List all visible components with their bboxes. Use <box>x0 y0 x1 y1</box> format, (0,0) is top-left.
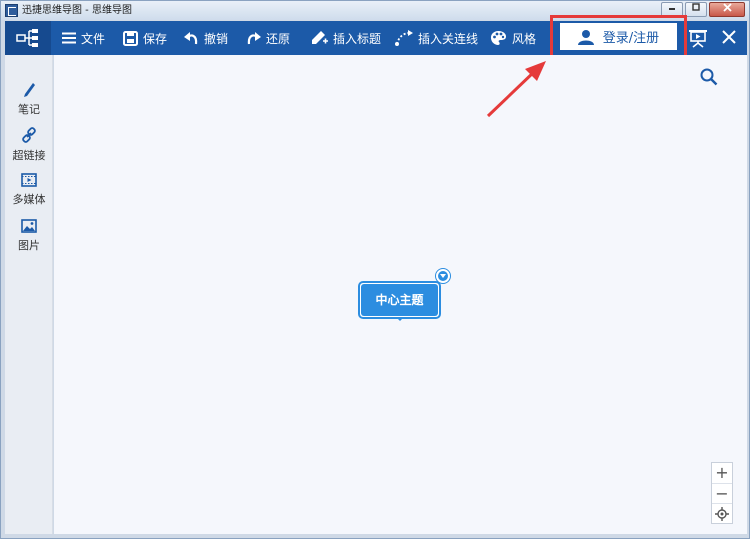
annotation-arrow <box>486 61 546 118</box>
app-window: 迅捷思维导图 - 思维导图 文件 保存 撤销 还原 插入标题 插入关连线 风格 … <box>0 0 750 539</box>
annotation-arrow-shaft <box>486 69 537 118</box>
